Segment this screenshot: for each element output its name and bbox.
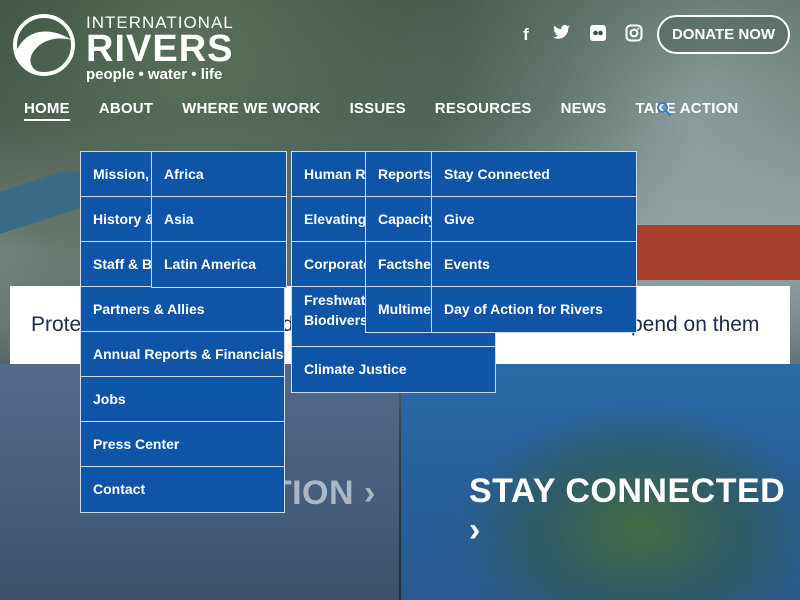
twitter-icon[interactable] bbox=[551, 24, 573, 46]
site-logo[interactable]: INTERNATIONAL RIVERS people • water • li… bbox=[10, 14, 234, 83]
logo-text: INTERNATIONAL RIVERS people • water • li… bbox=[86, 14, 234, 83]
stay-connected-title[interactable]: STAY CONNECTED › bbox=[469, 472, 800, 550]
nav-where-we-work[interactable]: WHERE WE WORK bbox=[182, 100, 320, 121]
menu-item[interactable]: Contact bbox=[81, 467, 284, 512]
flickr-icon[interactable] bbox=[587, 24, 609, 46]
social-links: f bbox=[515, 24, 645, 46]
menu-item[interactable]: Asia bbox=[152, 197, 286, 242]
boat-image bbox=[620, 225, 800, 280]
nav-take-action[interactable]: TAKE ACTION bbox=[635, 100, 738, 121]
menu-item[interactable]: Stay Connected bbox=[432, 152, 636, 197]
facebook-icon[interactable]: f bbox=[515, 24, 537, 46]
nav-news[interactable]: NEWS bbox=[561, 100, 607, 121]
nav-home[interactable]: HOME bbox=[24, 100, 70, 121]
menu-item[interactable]: Climate Justice bbox=[292, 347, 495, 392]
logo-mark-icon bbox=[13, 14, 75, 76]
menu-item[interactable]: Events bbox=[432, 242, 636, 287]
menu-item[interactable]: Partners & Allies bbox=[81, 287, 284, 332]
nav-resources[interactable]: RESOURCES bbox=[435, 100, 532, 121]
where-we-work-menu: Africa Asia Latin America bbox=[151, 151, 287, 288]
search-icon[interactable] bbox=[656, 101, 672, 117]
menu-item[interactable]: Latin America bbox=[152, 242, 286, 287]
take-action-menu: Stay Connected Give Events Day of Action… bbox=[431, 151, 637, 333]
logo-main-text: RIVERS bbox=[86, 28, 234, 70]
menu-item[interactable]: Africa bbox=[152, 152, 286, 197]
nav-about[interactable]: ABOUT bbox=[99, 100, 153, 121]
menu-item[interactable]: Annual Reports & Financials bbox=[81, 332, 284, 377]
donate-button[interactable]: DONATE NOW bbox=[657, 15, 790, 54]
menu-item[interactable]: Jobs bbox=[81, 377, 284, 422]
menu-item[interactable]: Day of Action for Rivers bbox=[432, 287, 636, 332]
menu-item[interactable]: Give bbox=[432, 197, 636, 242]
instagram-icon[interactable] bbox=[623, 24, 645, 46]
nav-issues[interactable]: ISSUES bbox=[350, 100, 406, 121]
menu-item[interactable]: Press Center bbox=[81, 422, 284, 467]
logo-tagline: people • water • life bbox=[86, 66, 223, 83]
stay-connected-panel[interactable]: STAY CONNECTED › bbox=[401, 364, 800, 600]
